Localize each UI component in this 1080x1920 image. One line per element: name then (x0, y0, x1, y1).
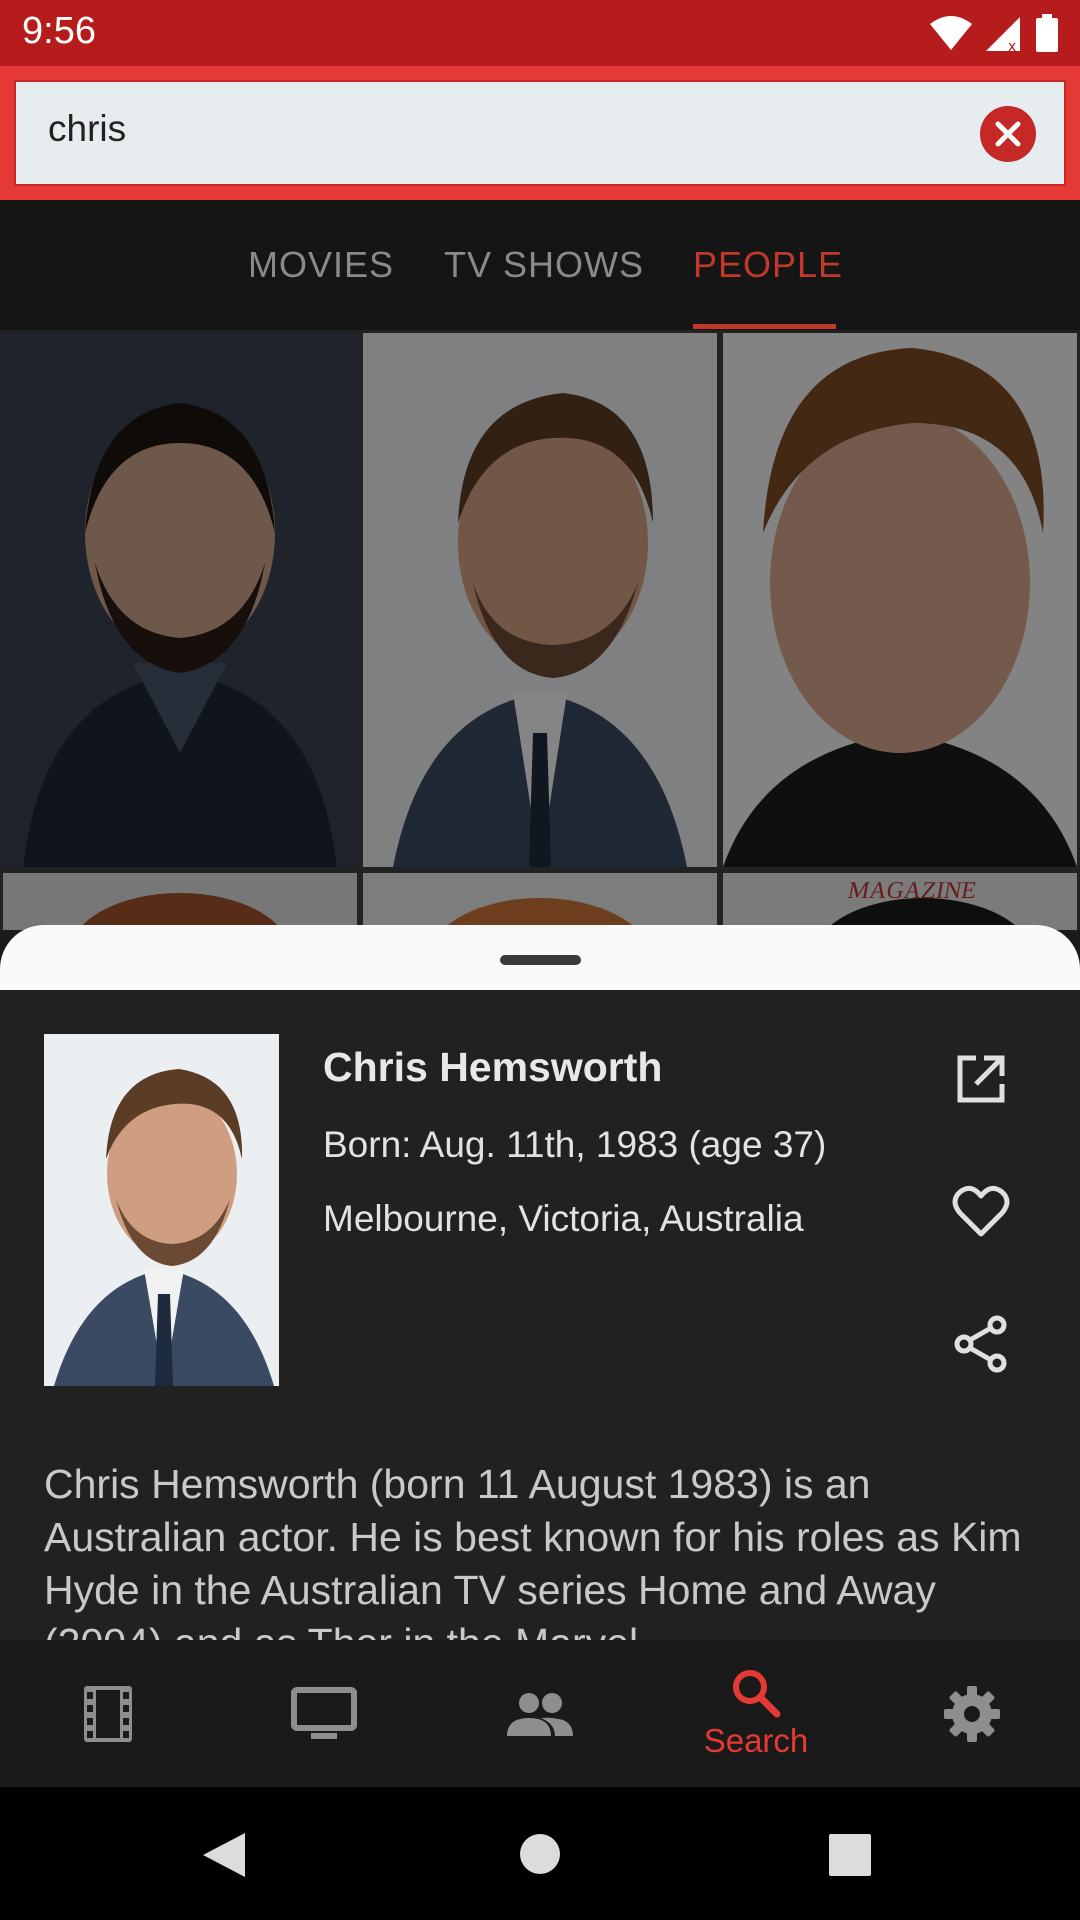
person-photo (44, 1034, 279, 1386)
favorite-button[interactable] (950, 1180, 1012, 1242)
share-icon (954, 1315, 1007, 1373)
bottom-sheet-header[interactable] (0, 925, 1080, 990)
close-icon (995, 121, 1021, 147)
people-icon (507, 1692, 573, 1736)
nav-search[interactable]: Search (648, 1640, 864, 1787)
tab-movies[interactable]: MOVIES (248, 244, 394, 286)
search-input[interactable]: chris (14, 80, 1066, 186)
drag-handle[interactable] (500, 955, 581, 965)
svg-text:x: x (1008, 39, 1016, 51)
person-card[interactable] (3, 873, 357, 930)
status-bar: 9:56 x (0, 0, 1080, 66)
nav-people[interactable] (432, 1640, 648, 1787)
clear-search-button[interactable] (980, 106, 1036, 162)
person-name: Chris Hemsworth (323, 1044, 663, 1090)
tab-people[interactable]: PEOPLE (693, 244, 843, 286)
settings-icon (944, 1685, 1000, 1742)
cellular-signal-icon: x (986, 17, 1020, 51)
movie-icon (84, 1685, 132, 1742)
person-biography: Chris Hemsworth (born 11 August 1983) is… (44, 1461, 1022, 1640)
search-bar: chris (0, 66, 1080, 200)
nav-tv-shows[interactable] (216, 1640, 432, 1787)
wifi-icon (930, 16, 972, 50)
person-details-sheet: Chris Hemsworth Born: Aug. 11th, 1983 (a… (0, 990, 1080, 1640)
person-portrait (44, 1034, 279, 1386)
heart-icon (952, 1185, 1010, 1237)
person-birthplace: Melbourne, Victoria, Australia (323, 1198, 804, 1239)
nav-settings[interactable] (864, 1640, 1080, 1787)
search-tabs: MOVIES TV SHOWS PEOPLE (0, 200, 1080, 330)
person-card[interactable] (723, 333, 1077, 867)
person-birthdate: Born: Aug. 11th, 1983 (age 37) (323, 1124, 827, 1165)
home-icon[interactable] (519, 1833, 561, 1875)
search-icon (733, 1669, 781, 1717)
open-external-button[interactable] (950, 1048, 1012, 1110)
open-external-icon (957, 1055, 1005, 1103)
person-card[interactable] (363, 873, 717, 930)
person-card[interactable] (363, 333, 717, 867)
tab-tv-shows[interactable]: TV SHOWS (444, 244, 644, 286)
status-icons: x (930, 14, 1058, 52)
person-card[interactable] (3, 333, 357, 867)
search-query: chris (48, 108, 127, 149)
recents-icon[interactable] (829, 1834, 871, 1876)
nav-movies[interactable] (0, 1640, 216, 1787)
nav-search-label: Search (703, 1721, 809, 1759)
people-grid: MAGAZINE (0, 330, 1080, 930)
share-button[interactable] (950, 1313, 1012, 1375)
tab-indicator (693, 324, 836, 329)
bottom-navigation: Search (0, 1640, 1080, 1787)
person-card[interactable]: MAGAZINE (723, 873, 1077, 930)
battery-icon (1036, 14, 1058, 52)
status-time: 9:56 (22, 10, 96, 52)
back-icon[interactable] (203, 1833, 245, 1877)
tv-icon (291, 1686, 357, 1739)
system-navigation-bar (0, 1787, 1080, 1920)
